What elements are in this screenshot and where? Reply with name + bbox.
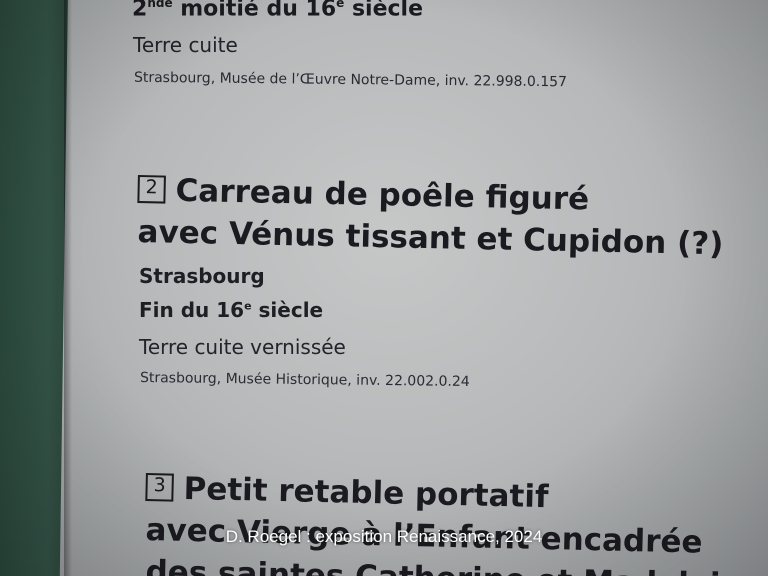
entry1-date: 2nde moitié du 16e siècle (132, 0, 424, 22)
entry1-material: Terre cuite (133, 33, 238, 57)
entry2-material: Terre cuite vernissée (139, 335, 346, 359)
card-edge-shadow (64, 0, 72, 576)
entry2-number-box: 2 (137, 174, 166, 204)
photo: 2nde moitié du 16e siècle Terre cuite St… (0, 0, 768, 576)
entry2-place: Strasbourg (139, 264, 265, 288)
entry3-number-box: 3 (145, 472, 174, 502)
entry2-date: Fin du 16e siècle (139, 298, 324, 322)
photo-credit-watermark: D. Roegel : exposition Renaissance, 2024 (225, 527, 543, 546)
